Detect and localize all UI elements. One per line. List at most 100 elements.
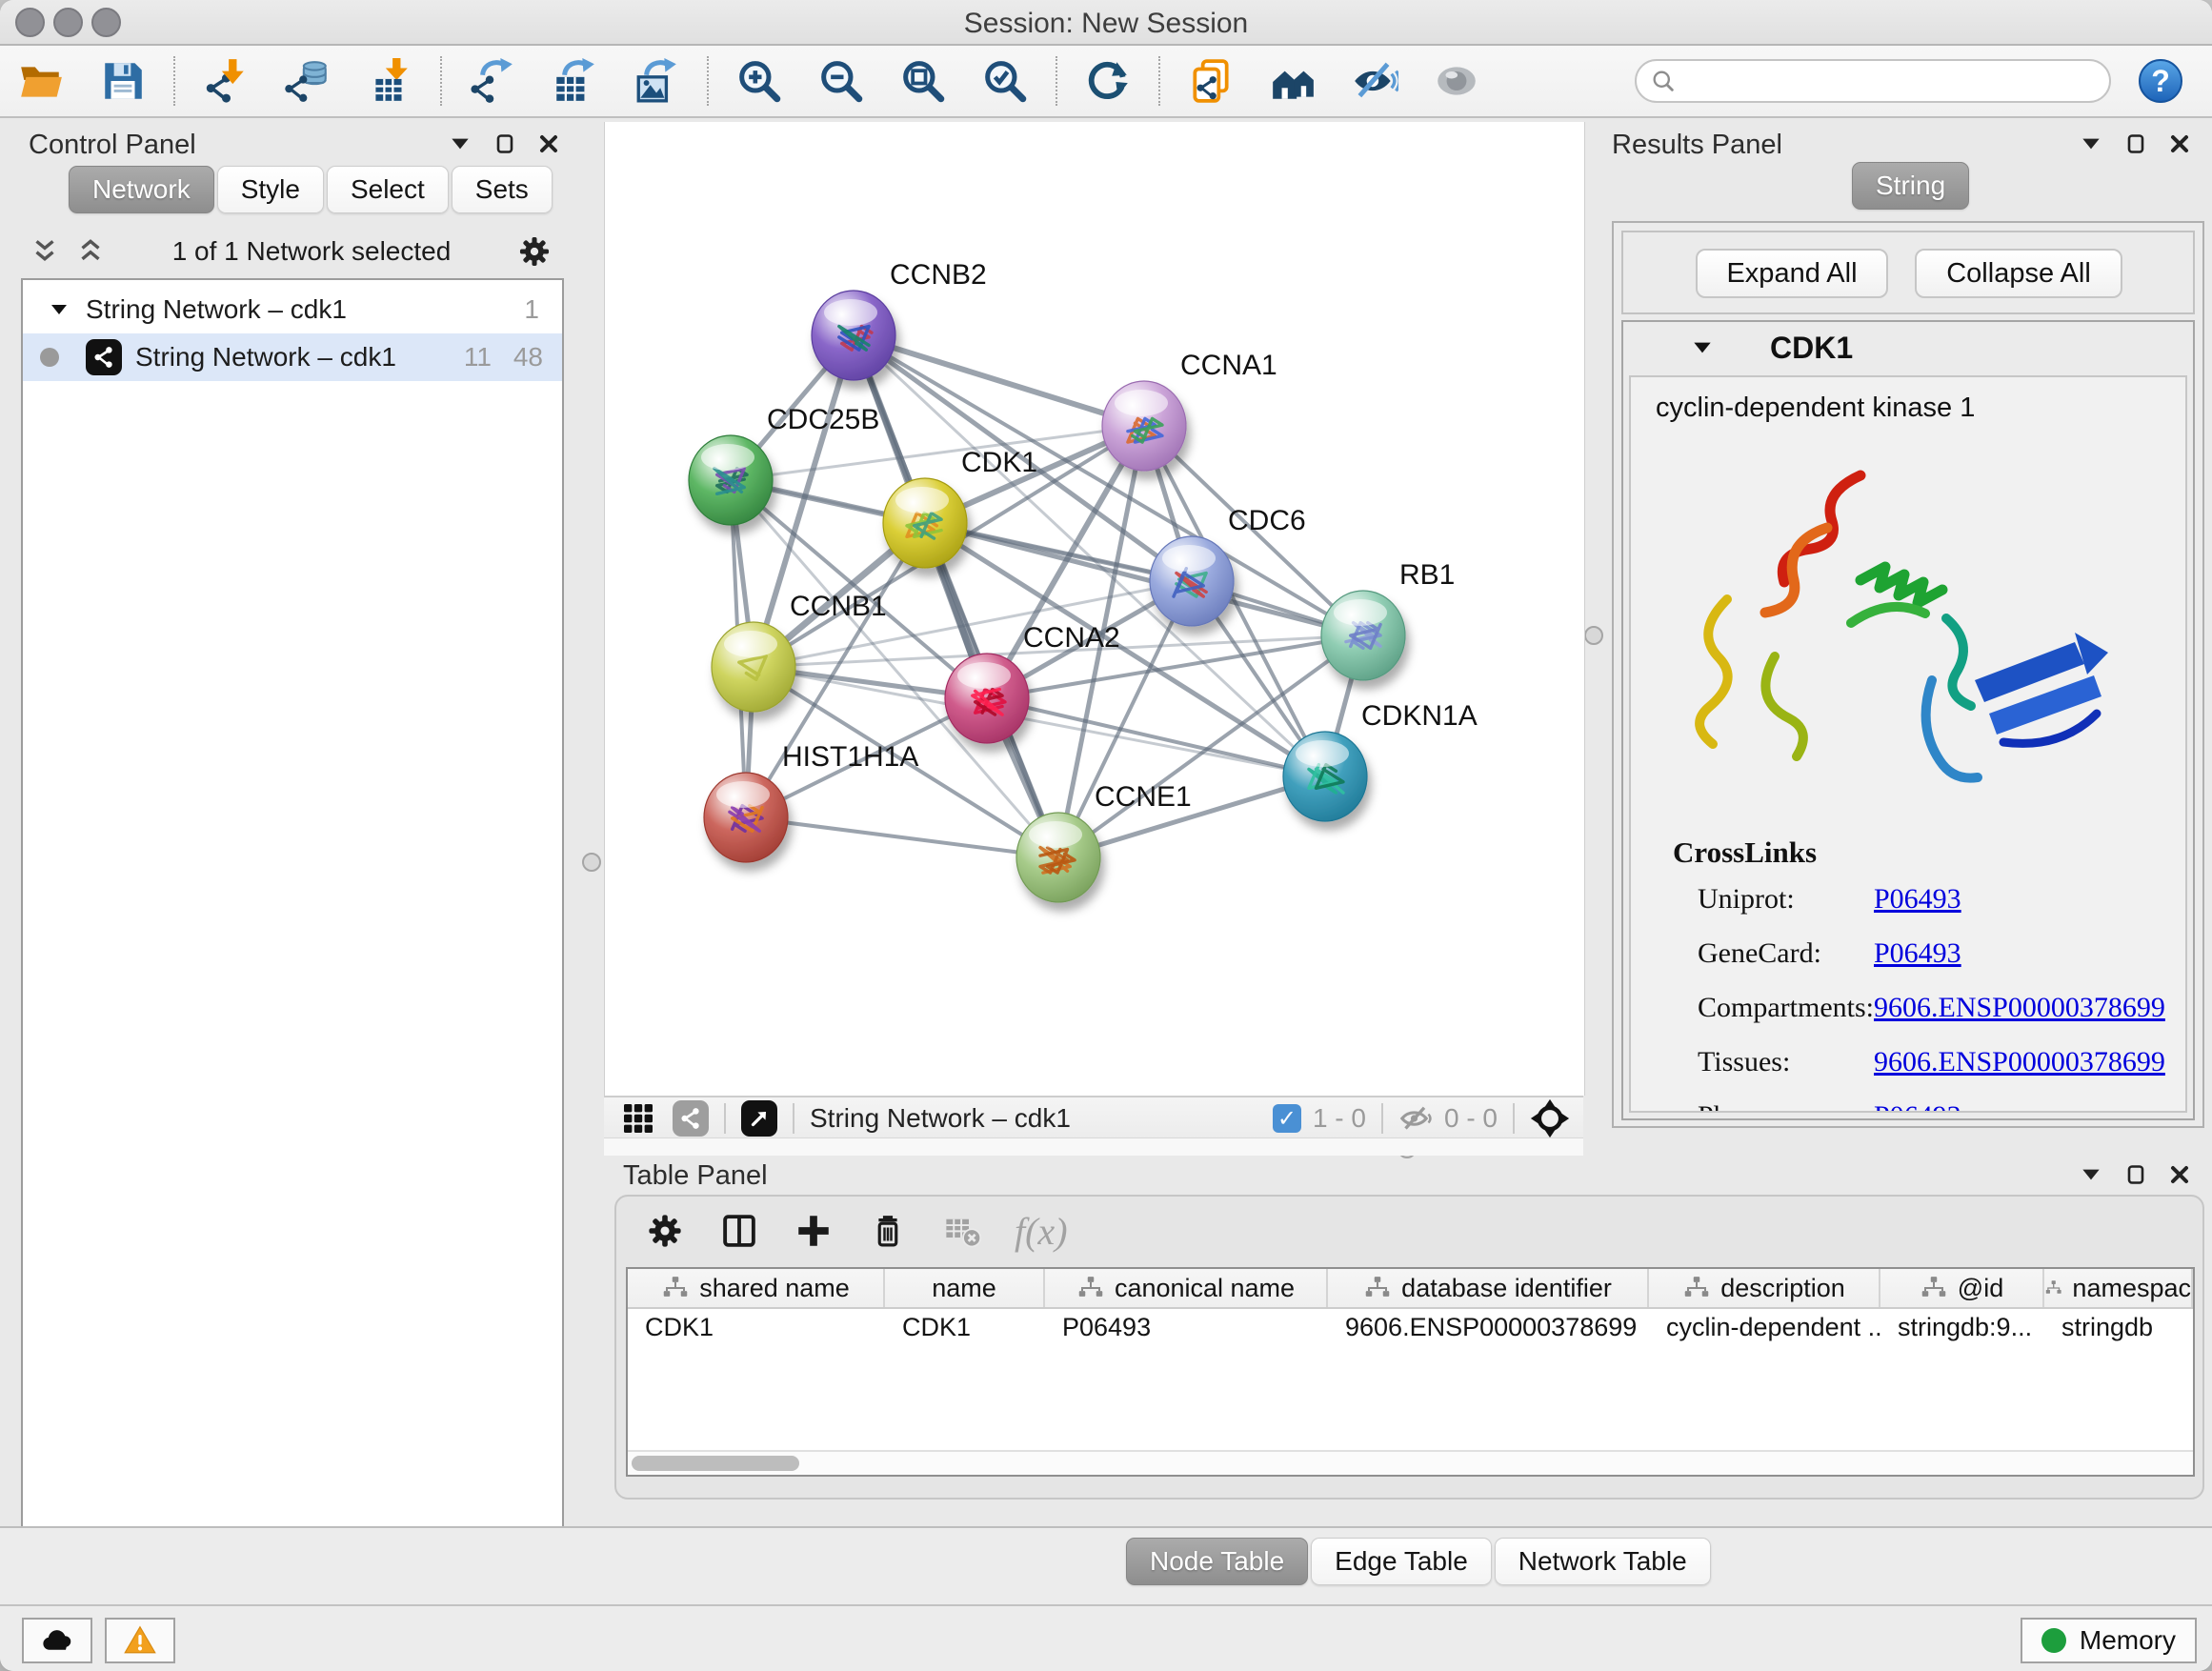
network-node-cdkn1a[interactable]: CDKN1A <box>1283 700 1478 821</box>
table-panel-float-icon[interactable] <box>2124 1163 2147 1186</box>
results-panel-close-icon[interactable] <box>2168 132 2191 155</box>
zoom-fit-content-button[interactable] <box>895 53 951 109</box>
crosslink-pharos-link[interactable]: P06493 <box>1874 1100 1961 1113</box>
toolbar-separator <box>1158 56 1160 106</box>
protein-section-header[interactable]: CDK1 <box>1623 322 2193 373</box>
table-row[interactable]: CDK1CDK1P064939606.ENSP00000378699cyclin… <box>628 1309 2193 1345</box>
cloud-button[interactable] <box>22 1618 92 1663</box>
crosslink-uniprot-link[interactable]: P06493 <box>1874 883 1961 916</box>
node-label-ccnb2: CCNB2 <box>890 259 987 291</box>
tab-style[interactable]: Style <box>217 166 324 213</box>
tab-network[interactable]: Network <box>69 166 214 213</box>
export-table-button[interactable] <box>547 53 602 109</box>
show-columns-button[interactable] <box>717 1209 761 1253</box>
tab-node-table[interactable]: Node Table <box>1126 1538 1308 1585</box>
table-panel-menu-icon[interactable] <box>2079 1162 2103 1187</box>
detach-view-icon[interactable] <box>741 1100 777 1137</box>
results-panel-menu-icon[interactable] <box>2079 131 2103 156</box>
open-session-button[interactable] <box>13 53 69 109</box>
control-panel-float-icon[interactable] <box>493 132 516 155</box>
column-header-description[interactable]: description <box>1649 1269 1880 1307</box>
column-header-database-identifier[interactable]: database identifier <box>1328 1269 1649 1307</box>
hidden-eye-slash-icon[interactable] <box>1398 1101 1433 1136</box>
tab-select[interactable]: Select <box>327 166 449 213</box>
expand-all-button[interactable]: Expand All <box>1696 249 1888 298</box>
tree-column-icon <box>1682 1274 1711 1302</box>
import-table-from-file-button[interactable] <box>362 53 417 109</box>
table-cell: CDK1 <box>628 1309 885 1345</box>
import-network-from-database-button[interactable] <box>280 53 335 109</box>
hide-selected-button[interactable] <box>1347 53 1402 109</box>
protein-description: cyclin-dependent kinase 1 <box>1656 393 2185 424</box>
network-node-hist1h1a[interactable]: HIST1H1A <box>704 741 918 862</box>
network-tree-root-row[interactable]: String Network – cdk1 1 <box>23 286 562 333</box>
network-node-rb1[interactable]: RB1 <box>1321 559 1455 680</box>
network-table-splitter[interactable] <box>604 1137 1583 1156</box>
collapse-all-icon[interactable] <box>29 235 61 268</box>
table-panel-close-icon[interactable] <box>2168 1163 2191 1186</box>
network-panel-gear-icon[interactable] <box>516 233 553 270</box>
zoom-in-icon <box>735 57 783 105</box>
zoom-selected-button[interactable] <box>977 53 1033 109</box>
column-header-shared-name[interactable]: shared name <box>628 1269 885 1307</box>
crosslink-row: Compartments:9606.ENSP00000378699 <box>1698 992 2185 1024</box>
warnings-button[interactable] <box>105 1618 175 1663</box>
tab-edge-table[interactable]: Edge Table <box>1311 1538 1492 1585</box>
show-eye-icon <box>1433 57 1480 105</box>
table-hscrollbar[interactable] <box>628 1450 2193 1475</box>
left-splitter-handle[interactable] <box>582 853 601 872</box>
network-tree-selected-row[interactable]: String Network – cdk1 11 48 <box>23 333 562 381</box>
node-label-hist1h1a: HIST1H1A <box>782 741 918 773</box>
export-image-button[interactable] <box>629 53 684 109</box>
crosslink-compartments-link[interactable]: 9606.ENSP00000378699 <box>1874 992 2165 1024</box>
selected-checkbox[interactable]: ✓ <box>1273 1104 1301 1133</box>
tree-expander-icon[interactable] <box>48 298 70 321</box>
export-network-button[interactable] <box>465 53 520 109</box>
add-column-button[interactable] <box>792 1209 835 1253</box>
network-canvas[interactable]: CCNB2CCNA1CDC25BCDK1CDC6RB1CCNB1CCNA2CDK… <box>604 122 1585 1096</box>
collection-count: 1 <box>524 294 539 325</box>
table-hscrollbar-thumb[interactable] <box>632 1456 799 1471</box>
zoom-out-button[interactable] <box>814 53 869 109</box>
expand-all-icon[interactable] <box>74 235 107 268</box>
control-panel-menu-icon[interactable] <box>448 131 473 156</box>
search-input[interactable] <box>1635 59 2111 103</box>
app-window: Session: New Session Control Panel Netwo… <box>0 0 2212 1671</box>
tab-sets[interactable]: Sets <box>452 166 553 213</box>
crosslink-genecard-link[interactable]: P06493 <box>1874 937 1961 970</box>
collapse-all-button[interactable]: Collapse All <box>1915 249 2122 298</box>
new-network-from-selection-button[interactable] <box>1183 53 1238 109</box>
column-header-name[interactable]: name <box>885 1269 1045 1307</box>
birds-eye-view-icon[interactable] <box>621 1101 655 1136</box>
column-header--id[interactable]: @id <box>1880 1269 2044 1307</box>
help-button[interactable] <box>2138 58 2183 104</box>
results-panel-float-icon[interactable] <box>2124 132 2147 155</box>
column-header-canonical-name[interactable]: canonical name <box>1045 1269 1328 1307</box>
network-collection-label: String Network – cdk1 <box>86 294 347 325</box>
tab-network-table[interactable]: Network Table <box>1495 1538 1711 1585</box>
memory-button[interactable]: Memory <box>2021 1618 2197 1663</box>
table-settings-button[interactable] <box>643 1209 687 1253</box>
zoom-out-icon <box>817 57 865 105</box>
clone-network-icon <box>1187 57 1235 105</box>
delete-column-button[interactable] <box>866 1209 910 1253</box>
zoom-in-button[interactable] <box>732 53 787 109</box>
export-image-icon <box>633 57 680 105</box>
crosslink-row: Tissues:9606.ENSP00000378699 <box>1698 1046 2185 1078</box>
control-panel-close-icon[interactable] <box>537 132 560 155</box>
save-session-button[interactable] <box>95 53 151 109</box>
network-badge-icon[interactable] <box>673 1100 709 1137</box>
fit-selected-crosshair-icon[interactable] <box>1530 1098 1570 1138</box>
tree-column-icon <box>1920 1274 1948 1302</box>
table-header-row: shared namenamecanonical namedatabase id… <box>628 1269 2193 1309</box>
edge-count: 48 <box>513 342 543 372</box>
column-header-namespac[interactable]: namespac <box>2044 1269 2193 1307</box>
section-collapse-icon[interactable] <box>1690 335 1715 360</box>
import-network-from-file-button[interactable] <box>198 53 253 109</box>
refresh-view-button[interactable] <box>1080 53 1136 109</box>
tab-string[interactable]: String <box>1852 162 1969 210</box>
network-node-ccna1[interactable]: CCNA1 <box>1102 350 1277 471</box>
first-neighbors-button[interactable] <box>1265 53 1320 109</box>
results-panel: Results Panel String Expand All Collapse… <box>1600 122 2212 1153</box>
crosslink-tissues-link[interactable]: 9606.ENSP00000378699 <box>1874 1046 2165 1078</box>
